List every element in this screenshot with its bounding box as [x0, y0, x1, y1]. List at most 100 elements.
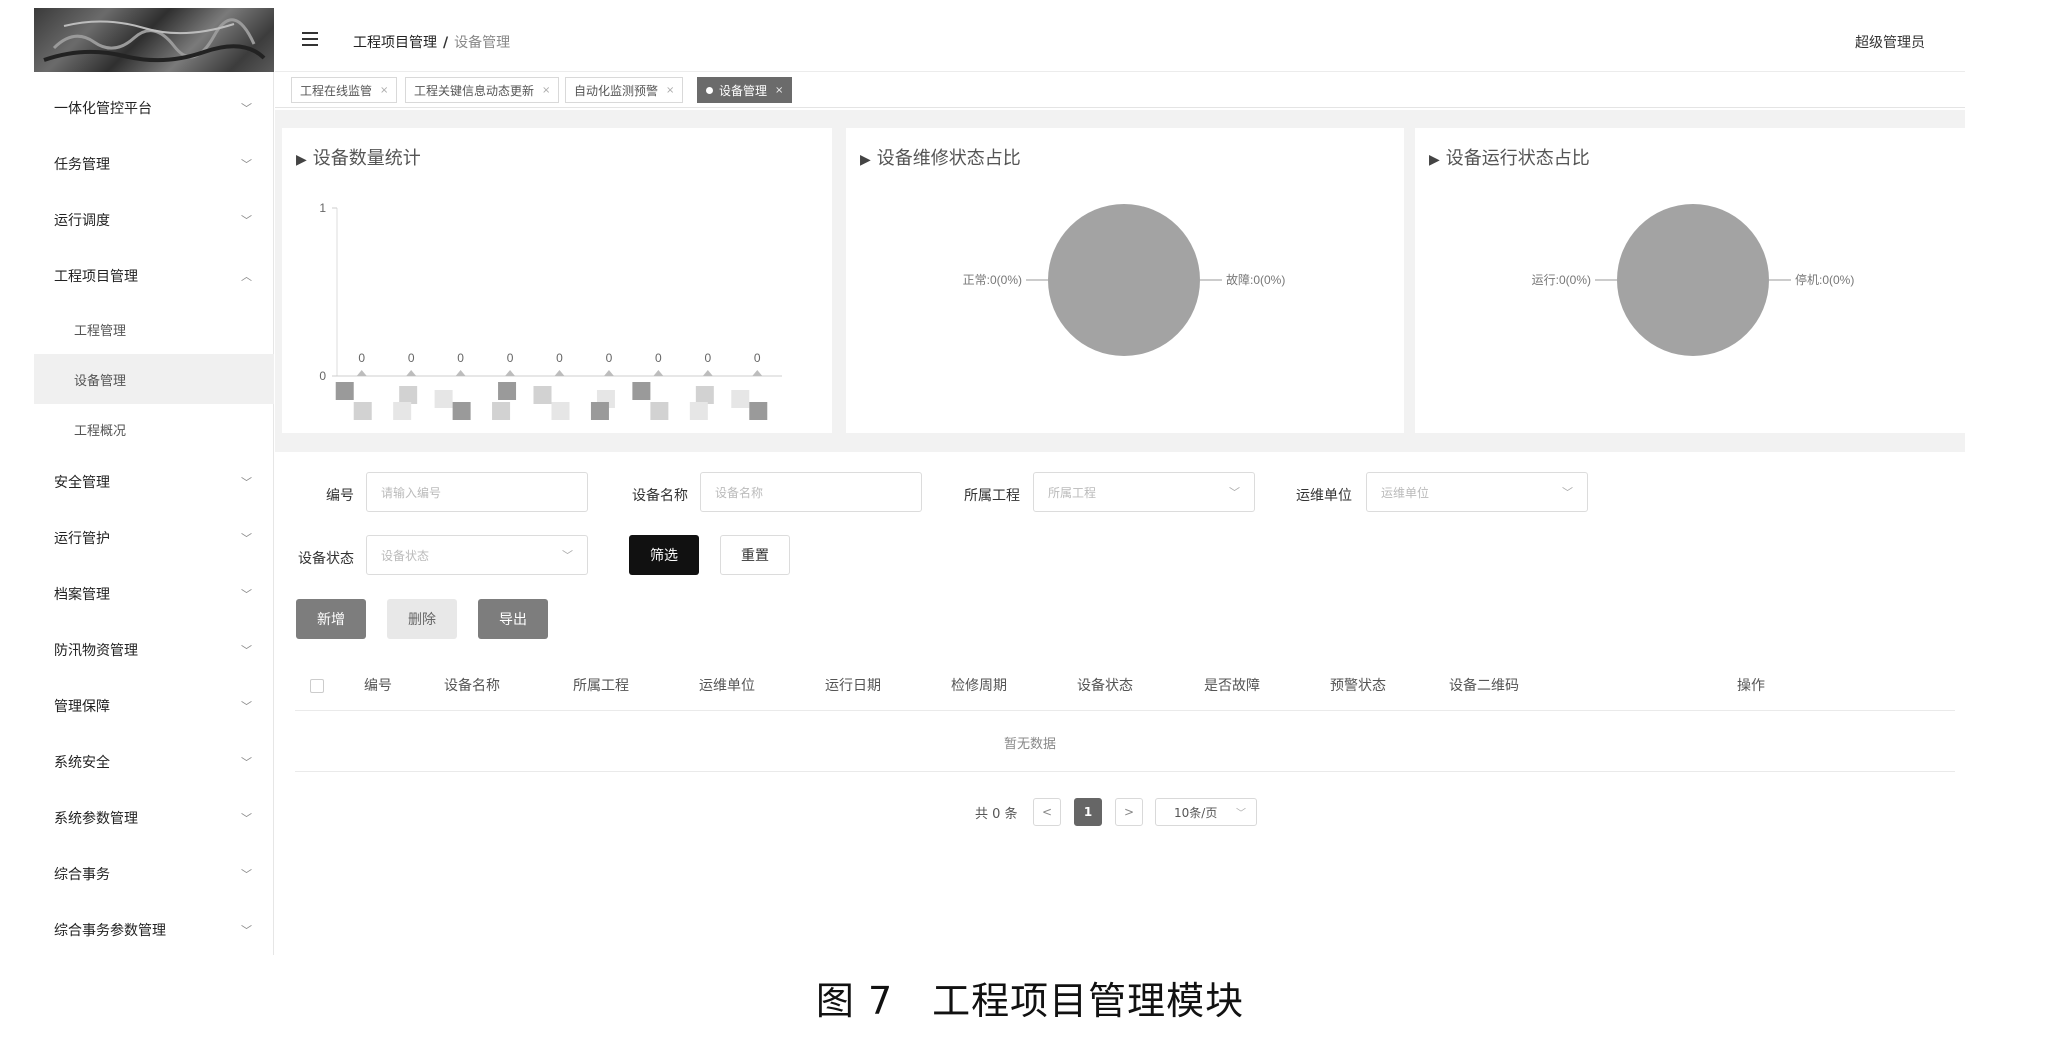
x-tick-label-block [498, 382, 517, 400]
submenu-item-label: 设备管理 [74, 373, 127, 389]
sidebar-item-label: 管理保障 [54, 699, 110, 715]
pagination-total: 共 0 条 [975, 807, 1018, 822]
chevron-down-icon: ﹀ [241, 868, 252, 881]
equipment-count-card: ▶ 设备数量统计 1 0 000000000 [282, 128, 832, 433]
sidebar-item-label: 工程项目管理 [54, 269, 138, 285]
tab-key-info-update[interactable]: 工程关键信息动态更新 × [405, 77, 560, 103]
prev-page-button[interactable]: < [1033, 798, 1061, 826]
chevron-down-icon: ﹀ [241, 812, 252, 825]
equipment-status-select[interactable]: 设备状态 ﹀ [366, 535, 588, 575]
bar-data-label: 0 [606, 351, 613, 365]
x-tick-mark [406, 370, 417, 376]
x-tick-label-block [335, 382, 354, 400]
chevron-down-icon: ﹀ [1562, 486, 1573, 499]
submenu-item-project[interactable]: 工程管理 [34, 304, 274, 354]
pie-label-fault: 故障:0(0%) [1226, 272, 1285, 287]
breadcrumb: 工程项目管理 / 设备管理 [353, 32, 510, 52]
maintenance-unit-select[interactable]: 运维单位 ﹀ [1366, 472, 1588, 512]
page-size-select[interactable]: 10条/页 ﹀ [1155, 798, 1257, 826]
tab-label: 工程在线监管 [300, 83, 373, 98]
pie-label-running: 运行:0(0%) [1532, 273, 1591, 287]
x-tick-label-block [434, 390, 453, 408]
close-icon[interactable]: × [775, 85, 783, 96]
bar-data-label: 0 [704, 351, 711, 365]
project-select[interactable]: 所属工程 ﹀ [1033, 472, 1255, 512]
bar-data-label: 0 [556, 351, 563, 365]
sidebar-item-archives[interactable]: 档案管理 ﹀ [34, 566, 274, 622]
chevron-down-icon: ﹀ [241, 214, 252, 227]
chevron-down-icon: ﹀ [1229, 486, 1240, 499]
column-header-qrcode: 设备二维码 [1449, 678, 1519, 694]
tab-auto-monitoring[interactable]: 自动化监测预警 × [565, 77, 684, 103]
sidebar-item-label: 任务管理 [54, 157, 110, 173]
delete-button[interactable]: 删除 [387, 599, 457, 639]
running-status-card: ▶ 设备运行状态占比 运行:0(0%) 停机:0(0%) [1415, 128, 1965, 433]
filter-button[interactable]: 筛选 [629, 535, 699, 575]
x-tick-label-block [695, 386, 714, 404]
column-header-status: 设备状态 [1077, 678, 1133, 694]
sidebar-item-general-affairs-params[interactable]: 综合事务参数管理 ﹀ [34, 902, 274, 958]
x-tick-label-block [590, 402, 609, 420]
submenu-item-equipment[interactable]: 设备管理 [34, 354, 274, 404]
select-all-checkbox[interactable] [310, 679, 324, 693]
close-icon[interactable]: × [542, 85, 550, 96]
sidebar-item-flood-supplies[interactable]: 防汛物资管理 ﹀ [34, 622, 274, 678]
sidebar-item-tasks[interactable]: 任务管理 ﹀ [34, 136, 274, 192]
active-dot-icon [706, 86, 713, 94]
page-size-value: 10条/页 [1174, 805, 1218, 820]
table-bottom-divider [295, 771, 1955, 772]
breadcrumb-parent[interactable]: 工程项目管理 [353, 35, 437, 51]
reset-button[interactable]: 重置 [720, 535, 790, 575]
repair-status-card: ▶ 设备维修状态占比 正常:0(0%) 故障:0(0%) [846, 128, 1404, 433]
sidebar-item-label: 运行管护 [54, 531, 110, 547]
pie-slice [1617, 204, 1769, 356]
column-header-project: 所属工程 [573, 678, 629, 694]
equipment-name-label: 设备名称 [632, 488, 688, 504]
sidebar-item-project-management[interactable]: 工程项目管理 ︿ [34, 248, 274, 304]
table-header-divider [295, 710, 1955, 711]
x-tick-label-block [551, 402, 570, 420]
x-tick-mark [603, 370, 614, 376]
submenu-item-overview[interactable]: 工程概况 [34, 404, 274, 454]
close-icon[interactable]: × [380, 85, 388, 96]
sidebar-item-system-params[interactable]: 系统参数管理 ﹀ [34, 790, 274, 846]
menu-toggle-icon[interactable] [302, 32, 318, 46]
pie-slice [1048, 204, 1200, 356]
page-1-button[interactable]: 1 [1074, 798, 1102, 826]
equipment-count-chart: 1 0 0 0 0 0 0 0 0 0 0 [319, 201, 782, 420]
submenu-item-label: 工程概况 [74, 423, 127, 439]
sidebar-item-maintenance[interactable]: 运行管护 ﹀ [34, 510, 274, 566]
next-page-button[interactable]: > [1115, 798, 1143, 826]
close-icon[interactable]: × [666, 85, 674, 96]
x-tick-label-block [353, 402, 372, 420]
sidebar-item-safety[interactable]: 安全管理 ﹀ [34, 454, 274, 510]
tab-equipment-management[interactable]: 设备管理 × [697, 77, 793, 103]
sidebar-item-general-affairs[interactable]: 综合事务 ﹀ [34, 846, 274, 902]
project-label: 所属工程 [964, 488, 1020, 504]
breadcrumb-current: 设备管理 [454, 35, 511, 51]
running-status-pie-chart: 运行:0(0%) 停机:0(0%) [1532, 204, 1854, 356]
tab-label: 自动化监测预警 [574, 83, 659, 98]
x-tick-mark [455, 370, 466, 376]
table-empty-text: 暂无数据 [1003, 737, 1056, 752]
code-input[interactable]: 请输入编号 [366, 472, 588, 512]
current-user[interactable]: 超级管理员 [1855, 32, 1925, 52]
sidebar-item-label: 综合事务 [54, 867, 110, 883]
export-button[interactable]: 导出 [478, 599, 548, 639]
maintenance-unit-placeholder: 运维单位 [1381, 485, 1430, 500]
sidebar-item-integrated-platform[interactable]: 一体化管控平台 ﹀ [34, 80, 274, 136]
sidebar-item-label: 档案管理 [54, 587, 110, 603]
chevron-down-icon: ﹀ [241, 532, 252, 545]
sidebar-item-support[interactable]: 管理保障 ﹀ [34, 678, 274, 734]
bar-data-label: 0 [358, 351, 365, 365]
y-tick-label: 1 [319, 201, 326, 215]
sidebar-item-dispatch[interactable]: 运行调度 ﹀ [34, 192, 274, 248]
add-button[interactable]: 新增 [296, 599, 366, 639]
tab-online-supervision[interactable]: 工程在线监管 × [291, 77, 398, 103]
figure-caption: 图 7 工程项目管理模块 [815, 979, 1245, 1023]
x-tick-mark [752, 370, 763, 376]
chevron-down-icon: ﹀ [241, 756, 252, 769]
equipment-name-input[interactable]: 设备名称 [700, 472, 922, 512]
tab-label: 工程关键信息动态更新 [414, 83, 535, 98]
chevron-down-icon: ﹀ [241, 644, 252, 657]
